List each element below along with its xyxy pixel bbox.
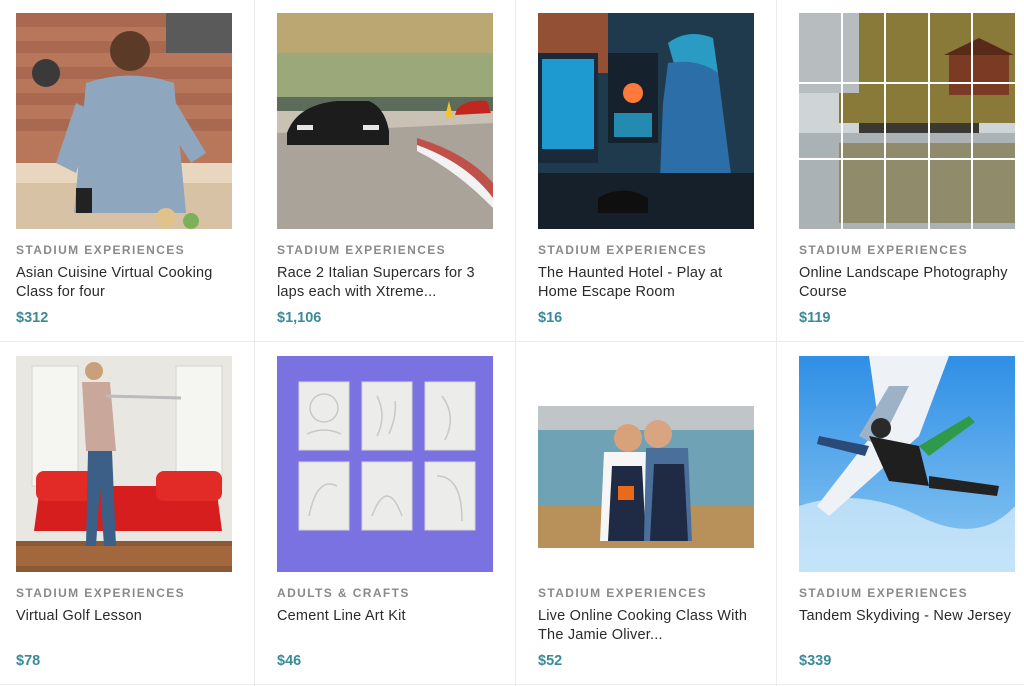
product-title[interactable]: Tandem Skydiving - New Jersey [799, 607, 1024, 626]
product-category: STADIUM EXPERIENCES [16, 243, 186, 257]
product-image-golf[interactable] [16, 356, 232, 572]
product-category: STADIUM EXPERIENCES [277, 243, 447, 257]
product-image-landscape[interactable] [799, 13, 1015, 229]
product-title[interactable]: Live Online Cooking Class With The Jamie… [538, 607, 766, 645]
product-category: ADULTS & CRAFTS [277, 586, 410, 600]
product-title[interactable]: Asian Cuisine Virtual Cooking Class for … [16, 264, 244, 302]
product-title[interactable]: Online Landscape Photography Course [799, 264, 1024, 302]
product-price: $1,106 [277, 310, 322, 326]
product-image-two-chefs[interactable] [538, 356, 754, 572]
product-title[interactable]: Cement Line Art Kit [277, 607, 505, 626]
product-price: $46 [277, 653, 302, 669]
product-card[interactable]: STADIUM EXPERIENCES The Haunted Hotel - … [522, 0, 783, 343]
product-title[interactable]: Race 2 Italian Supercars for 3 laps each… [277, 264, 505, 302]
product-image-skydiving[interactable] [799, 356, 1015, 572]
product-price: $312 [16, 310, 49, 326]
product-category: STADIUM EXPERIENCES [799, 586, 969, 600]
product-price: $119 [799, 310, 831, 326]
product-price: $339 [799, 653, 832, 669]
product-card[interactable]: STADIUM EXPERIENCES Race 2 Italian Super… [261, 0, 522, 343]
product-card[interactable]: ADULTS & CRAFTS Cement Line Art Kit $46 [261, 343, 522, 686]
product-title[interactable]: Virtual Golf Lesson [16, 607, 244, 626]
product-category: STADIUM EXPERIENCES [538, 586, 708, 600]
product-card[interactable]: STADIUM EXPERIENCES Tandem Skydiving - N… [783, 343, 1024, 686]
product-image-chef-cooking[interactable] [16, 13, 232, 229]
product-title[interactable]: The Haunted Hotel - Play at Home Escape … [538, 264, 766, 302]
product-category: STADIUM EXPERIENCES [16, 586, 186, 600]
product-card[interactable]: STADIUM EXPERIENCES Online Landscape Pho… [783, 0, 1024, 343]
product-category: STADIUM EXPERIENCES [538, 243, 708, 257]
product-image-gamer[interactable] [538, 13, 754, 229]
product-price: $16 [538, 310, 563, 326]
product-price: $78 [16, 653, 41, 669]
product-card[interactable]: STADIUM EXPERIENCES Live Online Cooking … [522, 343, 783, 686]
product-card[interactable]: STADIUM EXPERIENCES Virtual Golf Lesson … [0, 343, 261, 686]
product-image-cement-art[interactable] [277, 356, 493, 572]
product-price: $52 [538, 653, 563, 669]
product-image-supercar[interactable] [277, 13, 493, 229]
product-card[interactable]: STADIUM EXPERIENCES Asian Cuisine Virtua… [0, 0, 261, 343]
product-grid: STADIUM EXPERIENCES Asian Cuisine Virtua… [0, 0, 1024, 686]
product-category: STADIUM EXPERIENCES [799, 243, 969, 257]
